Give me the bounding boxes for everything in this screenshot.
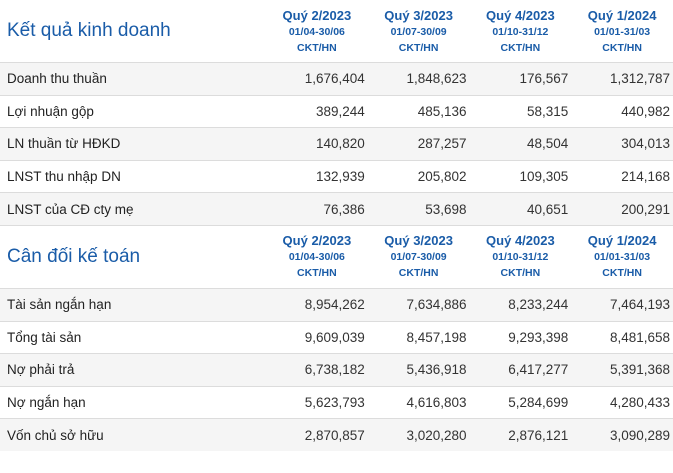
row-value: 9,293,398 [508,329,569,345]
row-label: LN thuần từ HĐKD [7,136,121,152]
quarter-column-header[interactable]: Quý 1/2024 01/01-31/03 CKT/HN [571,0,673,62]
row-label: Doanh thu thuần [7,71,107,87]
row-value: 2,870,857 [304,427,365,443]
table-row: Nợ phải trả 6,738,182 5,436,918 6,417,27… [0,353,673,386]
row-value: 4,616,803 [406,395,467,411]
row-value: 9,609,039 [304,329,365,345]
row-value: 485,136 [417,103,467,119]
row-value: 132,939 [315,169,365,185]
row-value: 5,436,918 [406,362,467,378]
quarter-label: Quý 1/2024 [587,7,657,23]
row-value: 58,315 [526,103,569,119]
quarter-column-header[interactable]: Quý 1/2024 01/01-31/03 CKT/HN [571,226,673,288]
row-value: 200,291 [621,201,670,217]
row-value: 7,634,886 [406,297,467,313]
quarter-label: Quý 4/2023 [486,7,555,23]
table-row: Tổng tài sản 9,609,039 8,457,198 9,293,3… [0,320,673,354]
quarter-column-header[interactable]: Quý 3/2023 01/07-30/09 CKT/HN [368,226,470,288]
row-value: 6,417,277 [508,362,569,378]
row-label: Nợ ngắn hạn [7,395,86,411]
audit-label: CKT/HN [398,267,439,280]
date-range-label: 01/04-30/06 [288,251,345,264]
row-value: 287,257 [417,136,467,152]
date-range-label: 01/04-30/06 [288,25,345,38]
row-value: 4,280,433 [609,395,670,411]
row-value: 7,464,193 [609,297,670,313]
audit-label: CKT/HN [602,267,642,280]
date-range-label: 01/10-31/12 [492,25,549,38]
table-row: LNST của CĐ cty mẹ 76,386 53,698 40,651 … [0,192,673,225]
row-value: 3,090,289 [609,427,670,443]
table-row: LNST thu nhập DN 132,939 205,802 109,305… [0,159,673,193]
row-value: 304,013 [621,136,670,152]
business-results-title: Kết quả kinh doanh [7,20,171,41]
row-value: 176,567 [519,71,569,87]
row-label: Nợ phải trả [7,362,75,378]
business-results-header: Kết quả kinh doanh Quý 2/2023 01/04-30/0… [0,0,673,62]
table-row: Tài sản ngắn hạn 8,954,262 7,634,886 8,2… [0,287,673,321]
table-row: Nợ ngắn hạn 5,623,793 4,616,803 5,284,69… [0,385,673,419]
date-range-label: 01/10-31/12 [492,251,549,264]
quarter-label: Quý 2/2023 [282,233,352,249]
row-label: LNST của CĐ cty mẹ [7,201,134,217]
audit-label: CKT/HN [602,41,642,54]
quarter-label: Quý 4/2023 [486,233,555,249]
audit-label: CKT/HN [500,41,541,54]
row-value: 8,233,244 [508,297,569,313]
audit-label: CKT/HN [500,267,541,280]
date-range-label: 01/01-31/03 [594,25,651,38]
table-row: Doanh thu thuần 1,676,404 1,848,623 176,… [0,62,673,95]
row-value: 3,020,280 [406,427,467,443]
row-value: 2,876,121 [508,427,569,443]
row-value: 214,168 [621,169,670,185]
row-label: Tài sản ngắn hạn [7,297,112,313]
row-label: Vốn chủ sở hữu [7,427,104,443]
row-value: 389,244 [315,103,365,119]
row-value: 205,802 [417,169,467,185]
row-value: 40,651 [526,201,569,217]
quarter-label: Quý 2/2023 [282,7,352,23]
row-value: 109,305 [519,169,569,185]
audit-label: CKT/HN [297,41,337,54]
row-value: 48,504 [526,136,569,152]
row-value: 5,391,368 [609,362,670,378]
date-range-label: 01/07-30/09 [390,251,447,264]
audit-label: CKT/HN [398,41,439,54]
row-label: Lợi nhuận gộp [7,103,94,119]
date-range-label: 01/01-31/03 [594,251,651,264]
quarter-column-header[interactable]: Quý 2/2023 01/04-30/06 CKT/HN [266,0,368,62]
audit-label: CKT/HN [297,267,337,280]
row-value: 53,698 [425,201,467,217]
row-value: 8,457,198 [406,329,467,345]
quarter-column-header[interactable]: Quý 4/2023 01/10-31/12 CKT/HN [470,0,572,62]
business-results-table: Kết quả kinh doanh Quý 2/2023 01/04-30/0… [0,0,673,225]
date-range-label: 01/07-30/09 [390,25,447,38]
balance-sheet-table: Cân đối kế toán Quý 2/2023 01/04-30/06 C… [0,224,673,451]
row-value: 8,954,262 [304,297,365,313]
row-value: 76,386 [323,201,365,217]
quarter-column-header[interactable]: Quý 4/2023 01/10-31/12 CKT/HN [470,226,572,288]
balance-sheet-header: Cân đối kế toán Quý 2/2023 01/04-30/06 C… [0,226,673,288]
row-value: 1,312,787 [609,71,670,87]
row-value: 5,623,793 [304,395,365,411]
row-value: 5,284,699 [508,395,569,411]
quarter-label: Quý 3/2023 [384,7,453,23]
row-value: 440,982 [621,103,670,119]
row-label: LNST thu nhập DN [7,169,121,185]
row-value: 140,820 [315,136,365,152]
table-row: Lợi nhuận gộp 389,244 485,136 58,315 440… [0,94,673,128]
row-value: 8,481,658 [609,329,670,345]
quarter-label: Quý 1/2024 [587,233,657,249]
row-value: 6,738,182 [304,362,365,378]
quarter-column-header[interactable]: Quý 3/2023 01/07-30/09 CKT/HN [368,0,470,62]
quarter-label: Quý 3/2023 [384,233,453,249]
balance-sheet-title: Cân đối kế toán [7,245,141,267]
quarter-column-header[interactable]: Quý 2/2023 01/04-30/06 CKT/HN [266,226,368,288]
row-value: 1,848,623 [406,71,467,87]
row-value: 1,676,404 [304,71,365,87]
table-row: Vốn chủ sở hữu 2,870,857 3,020,280 2,876… [0,418,673,451]
table-row: LN thuần từ HĐKD 140,820 287,257 48,504 … [0,127,673,160]
row-label: Tổng tài sản [7,329,82,345]
